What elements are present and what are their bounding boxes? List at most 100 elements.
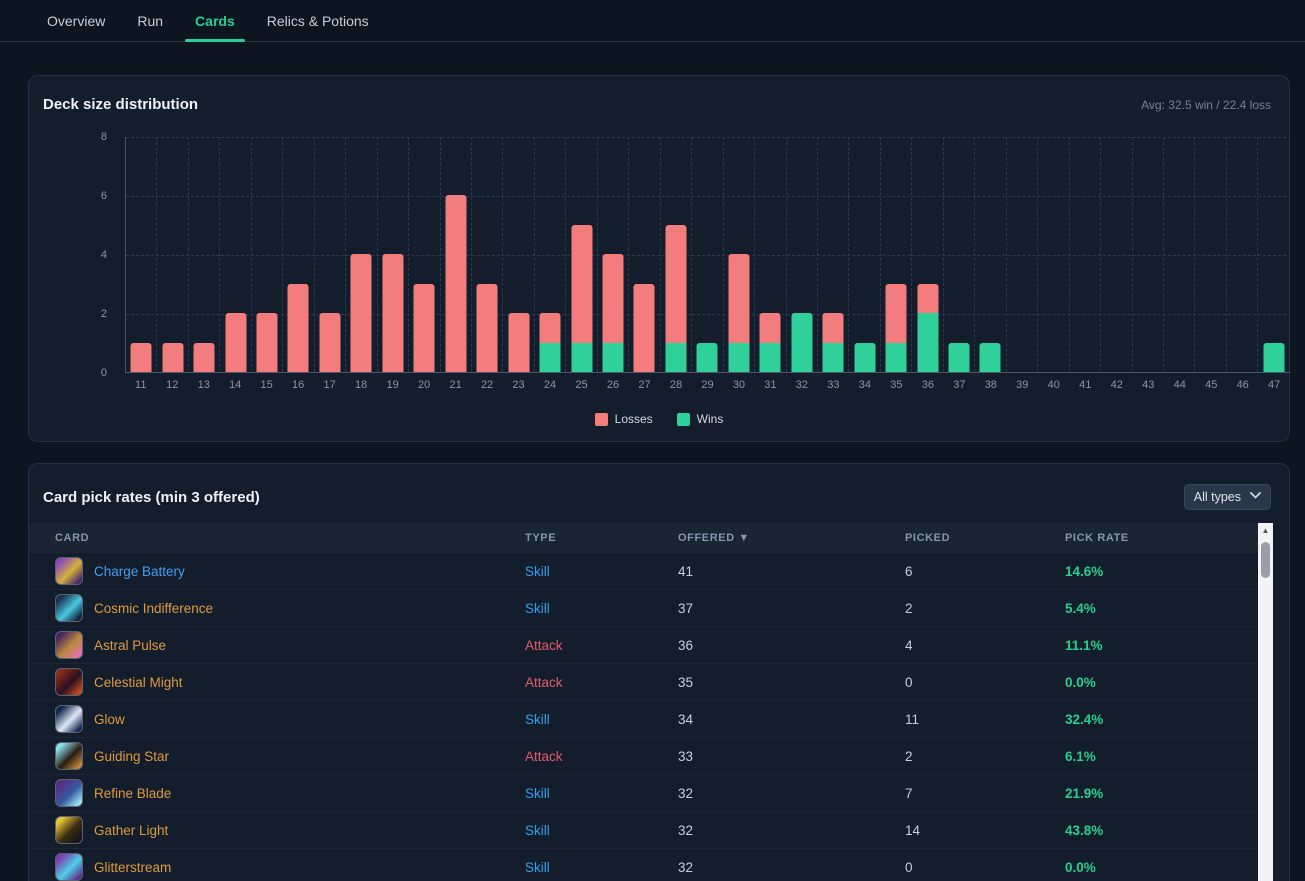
card-cell: Charge Battery [55,557,525,585]
card-name-link[interactable]: Cosmic Indifference [94,601,213,616]
x-tick-label: 15 [251,379,282,391]
card-type: Skill [525,786,678,801]
card-name-link[interactable]: Charge Battery [94,564,185,579]
chart-bar-slot [1227,137,1258,372]
card-type: Skill [525,823,678,838]
wins-segment [980,343,1001,373]
pick-rate-value: 14.6% [1065,564,1258,579]
chart-bar-slot [1133,137,1164,372]
deck-size-panel: Deck size distribution Avg: 32.5 win / 2… [28,75,1290,442]
wins-segment [823,343,844,373]
table-row[interactable]: GlowSkill341132.4% [29,701,1258,738]
tab-relics-potions[interactable]: Relics & Potions [257,0,379,41]
losses-segment [540,313,561,343]
losses-segment [886,284,907,343]
chart-bar-slot [787,137,818,372]
stacked-bar [571,225,592,373]
legend-item-wins[interactable]: Wins [677,412,724,426]
y-tick-label: 2 [101,308,107,320]
chart-bar-slot [1195,137,1226,372]
card-name-link[interactable]: Celestial Might [94,675,183,690]
wins-swatch [677,413,690,426]
column-header-type[interactable]: TYPE [525,532,678,544]
table-row[interactable]: Guiding StarAttack3326.1% [29,738,1258,775]
chart-bar-slot [315,137,346,372]
column-header-picked[interactable]: PICKED [905,532,1065,544]
legend-item-losses[interactable]: Losses [595,412,653,426]
x-tick-label: 16 [282,379,313,391]
deck-size-title: Deck size distribution [43,96,198,113]
stacked-bar [603,254,624,372]
pick-rate-value: 6.1% [1065,749,1258,764]
chart-bar-slot [503,137,534,372]
table-row[interactable]: Cosmic IndifferenceSkill3725.4% [29,590,1258,627]
table-scrollbar[interactable]: ▲ [1258,523,1273,881]
x-tick-label: 31 [755,379,786,391]
card-type: Skill [525,712,678,727]
wins-segment [1263,343,1284,373]
x-tick-label: 12 [156,379,187,391]
tab-overview[interactable]: Overview [37,0,115,41]
column-header-pick-rate[interactable]: PICK RATE [1065,532,1258,544]
x-tick-label: 43 [1133,379,1164,391]
pick-rate-value: 21.9% [1065,786,1258,801]
y-tick-label: 0 [101,367,107,379]
chart-bar-slot [1038,137,1069,372]
table-row[interactable]: Charge BatterySkill41614.6% [29,553,1258,590]
card-name-link[interactable]: Refine Blade [94,786,171,801]
card-name-link[interactable]: Glitterstream [94,860,171,875]
x-tick-label: 38 [975,379,1006,391]
x-tick-label: 33 [818,379,849,391]
card-type: Attack [525,749,678,764]
x-tick-label: 45 [1195,379,1226,391]
scrollbar-up-button[interactable]: ▲ [1258,523,1273,538]
losses-segment [194,343,215,373]
card-name-link[interactable]: Astral Pulse [94,638,166,653]
card-cell: Celestial Might [55,668,525,696]
stacked-bar [414,284,435,373]
tab-cards[interactable]: Cards [185,0,245,41]
losses-segment [477,284,498,373]
stacked-bar [980,343,1001,373]
picked-count: 2 [905,601,1065,616]
card-type: Skill [525,564,678,579]
stacked-bar [351,254,372,372]
x-tick-label: 39 [1007,379,1038,391]
scrollbar-thumb[interactable] [1261,542,1270,578]
tab-run[interactable]: Run [127,0,173,41]
chart-bar-slot [441,137,472,372]
losses-segment [823,313,844,343]
table-row[interactable]: Refine BladeSkill32721.9% [29,775,1258,812]
table-row[interactable]: Astral PulseAttack36411.1% [29,627,1258,664]
chart-bar-slot [409,137,440,372]
card-art-icon [55,779,83,807]
card-art-icon [55,594,83,622]
x-tick-label: 41 [1070,379,1101,391]
chart-legend: Losses Wins [29,412,1289,426]
offered-count: 35 [678,675,905,690]
losses-segment [414,284,435,373]
x-tick-label: 47 [1258,379,1289,391]
chart-bar-slot [157,137,188,372]
card-art-icon [55,631,83,659]
y-tick-label: 6 [101,190,107,202]
table-row[interactable]: Gather LightSkill321443.8% [29,812,1258,849]
column-header-card[interactable]: CARD [55,532,525,544]
chart-bar-slot [126,137,157,372]
table-row[interactable]: GlitterstreamSkill3200.0% [29,849,1258,881]
card-name-link[interactable]: Gather Light [94,823,168,838]
x-tick-label: 26 [597,379,628,391]
card-art-icon [55,853,83,881]
wins-segment [917,313,938,372]
card-name-link[interactable]: Glow [94,712,125,727]
chart-bar-slot [629,137,660,372]
table-row[interactable]: Celestial MightAttack3500.0% [29,664,1258,701]
column-header-offered[interactable]: OFFERED ▼ [678,532,905,544]
card-art-icon [55,816,83,844]
card-name-link[interactable]: Guiding Star [94,749,169,764]
chart-bar-slot [1007,137,1038,372]
chart-bar-slot [346,137,377,372]
type-filter-select[interactable]: All types [1184,484,1271,510]
chart-bar-slot [378,137,409,372]
chart-bar-slot [283,137,314,372]
